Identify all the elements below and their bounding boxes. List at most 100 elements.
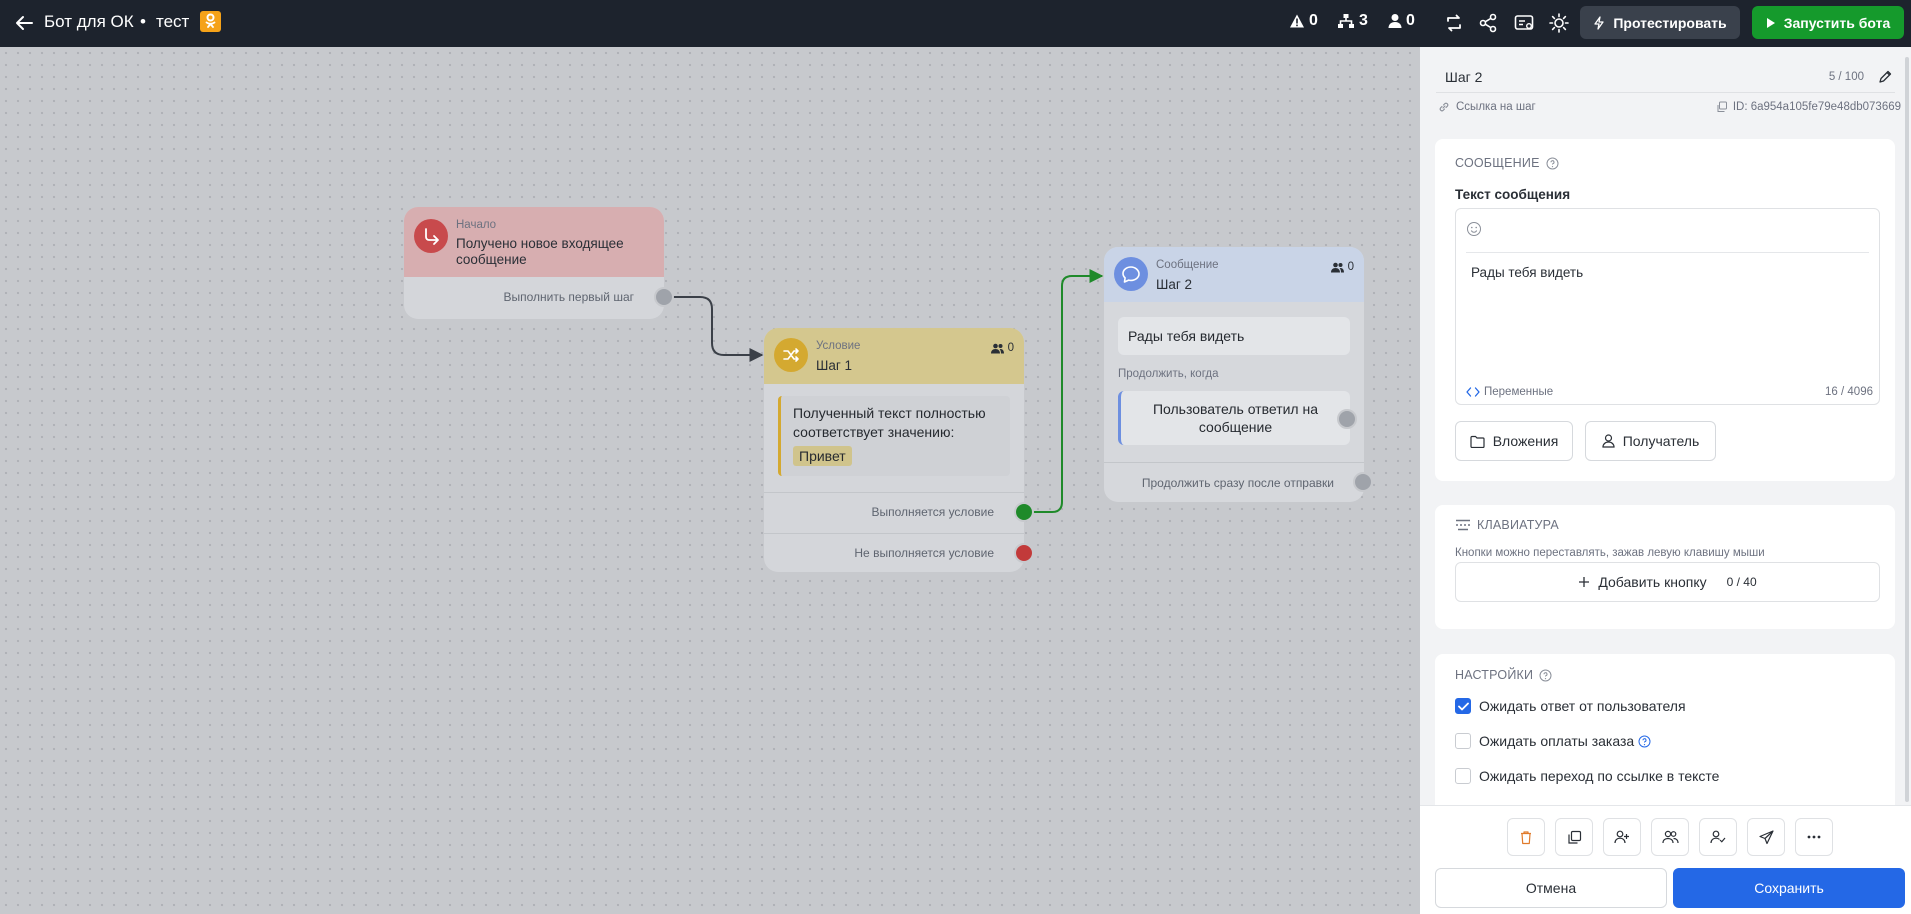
variables-label: Переменные (1484, 386, 1554, 398)
share-icon[interactable] (1477, 12, 1499, 34)
users-icon (990, 343, 1004, 353)
condition-node-name: Шаг 1 (816, 358, 853, 373)
keyboard-hint: Кнопки можно переставлять, зажав левую к… (1455, 547, 1765, 559)
repeat-icon[interactable] (1443, 12, 1465, 34)
message-node-header: Сообщение Шаг 2 0 (1104, 247, 1364, 302)
step-link-label: Ссылка на шаг (1456, 101, 1536, 113)
trash-icon (1521, 830, 1531, 844)
message-section-title-text: СООБЩЕНИЕ (1455, 156, 1540, 170)
run-bot-label: Запустить бота (1783, 14, 1891, 31)
start-node[interactable]: Начало Получено новое входящее сообщение… (404, 207, 664, 319)
message-char-count: 16 / 4096 (1825, 386, 1873, 398)
step-id[interactable]: ID: 6a954a105fe79e48db073669 (1716, 101, 1901, 113)
user-icon (1388, 14, 1402, 28)
users-icon (1661, 830, 1679, 844)
step-name-counter: 5 / 100 (1828, 71, 1864, 83)
duplicate-step-button[interactable] (1555, 818, 1593, 856)
copy-icon (1717, 101, 1727, 112)
start-output-port[interactable] (654, 287, 674, 307)
message-section-title: СООБЩЕНИЕ (1455, 156, 1559, 170)
reply-condition[interactable]: Пользователь ответил на сообщение (1118, 391, 1350, 445)
theme-sun-icon[interactable] (1548, 12, 1570, 34)
add-keyboard-button[interactable]: Добавить кнопку 0 / 40 (1455, 562, 1880, 602)
condition-users-count: 0 (1007, 342, 1014, 354)
help-icon[interactable] (1539, 669, 1552, 682)
step-settings-panel: Шаг 2 5 / 100 Ссылка на шаг ID: 6a954a10… (1420, 47, 1911, 914)
message-text-editor[interactable]: Рады тебя видеть Переменные 16 / 4096 (1455, 208, 1880, 405)
send-button[interactable] (1747, 818, 1785, 856)
panel-scrollbar[interactable] (1905, 57, 1909, 802)
pencil-icon[interactable] (1877, 69, 1893, 85)
users-counter[interactable]: 0 (1388, 12, 1415, 30)
after-send-label: Продолжить сразу после отправки (1141, 476, 1334, 490)
person-icon (1602, 434, 1615, 448)
test-bot-label: Протестировать (1613, 14, 1727, 31)
code-brackets-icon (1466, 387, 1480, 397)
wait-link-click-checkbox[interactable] (1455, 768, 1471, 784)
attachments-button[interactable]: Вложения (1455, 421, 1573, 461)
condition-true-label: Выполняется условие (871, 505, 994, 519)
top-bar: Бот для ОК • тест 0 3 0 Протестировать З… (0, 0, 1911, 47)
help-icon[interactable] (1546, 157, 1559, 170)
steps-count: 3 (1359, 12, 1368, 29)
recipient-button[interactable]: Получатель (1585, 421, 1716, 461)
message-section: СООБЩЕНИЕ Текст сообщения Рады тебя виде… (1435, 139, 1895, 481)
user-plus-icon (1614, 830, 1629, 844)
add-user-button[interactable] (1603, 818, 1641, 856)
condition-node-header: Условие Шаг 1 0 (764, 328, 1024, 384)
copy-icon (1567, 830, 1581, 844)
condition-false-label: Не выполняется условие (854, 546, 994, 560)
wait-payment-label: Ожидать оплаты заказа (1479, 733, 1635, 749)
title-separator: • (140, 12, 146, 31)
wait-payment-option[interactable]: Ожидать оплаты заказа (1455, 733, 1651, 749)
emoji-icon[interactable] (1466, 221, 1482, 237)
message-node[interactable]: Сообщение Шаг 2 0 Рады тебя видеть Продо… (1104, 247, 1364, 502)
keyboard-section-title: КЛАВИАТУРА (1455, 518, 1559, 532)
recipient-label: Получатель (1622, 433, 1700, 449)
send-icon (1758, 829, 1774, 844)
users-count: 0 (1406, 12, 1415, 29)
delete-step-button[interactable] (1507, 818, 1545, 856)
back-arrow-icon[interactable] (12, 11, 36, 35)
save-button[interactable]: Сохранить (1673, 868, 1905, 908)
keyboard-section-title-text: КЛАВИАТУРА (1477, 518, 1559, 532)
more-actions-button[interactable] (1795, 818, 1833, 856)
step-id-value: ID: 6a954a105fe79e48db073669 (1732, 101, 1901, 113)
warnings-counter[interactable]: 0 (1289, 12, 1318, 30)
step-name-input[interactable]: Шаг 2 (1445, 69, 1482, 85)
user-check-button[interactable] (1699, 818, 1737, 856)
test-bot-button[interactable]: Протестировать (1580, 6, 1740, 39)
run-bot-button[interactable]: Запустить бота (1752, 6, 1904, 39)
condition-true-port[interactable] (1014, 502, 1034, 522)
start-node-header: Начало Получено новое входящее сообщение (404, 207, 664, 277)
wait-user-reply-option[interactable]: Ожидать ответ от пользователя (1455, 698, 1686, 714)
wait-payment-checkbox[interactable] (1455, 733, 1471, 749)
condition-node[interactable]: Условие Шаг 1 0 Полученный текст полност… (764, 328, 1024, 572)
message-node-name: Шаг 2 (1156, 277, 1193, 292)
message-preview[interactable]: Рады тебя видеть (1118, 317, 1350, 355)
wait-link-click-option[interactable]: Ожидать переход по ссылке в тексте (1455, 768, 1719, 784)
keyboard-icon (1456, 519, 1470, 531)
plus-icon (1579, 577, 1590, 587)
condition-rule[interactable]: Полученный текст полностью соответствует… (778, 396, 1010, 476)
divider (764, 533, 1024, 534)
reply-output-port[interactable] (1337, 409, 1357, 429)
checkmark-icon (1457, 702, 1469, 710)
step-link[interactable]: Ссылка на шаг (1438, 101, 1536, 113)
steps-counter[interactable]: 3 (1337, 12, 1368, 30)
condition-text: Полученный текст полностью соответствует… (793, 405, 986, 440)
keyboard-section: КЛАВИАТУРА Кнопки можно переставлять, за… (1435, 505, 1895, 629)
keyboard-button-count: 0 / 40 (1726, 575, 1757, 589)
message-users: 0 (1330, 261, 1354, 273)
condition-false-port[interactable] (1014, 543, 1034, 563)
wait-user-reply-checkbox[interactable] (1455, 698, 1471, 714)
variables-button[interactable]: Переменные (1466, 386, 1553, 398)
cancel-button[interactable]: Отмена (1435, 868, 1667, 908)
ok-platform-icon (200, 11, 221, 32)
users-group-button[interactable] (1651, 818, 1689, 856)
help-icon[interactable] (1638, 735, 1651, 748)
after-send-port[interactable] (1353, 472, 1373, 492)
lightning-icon (1594, 15, 1604, 30)
panel-footer: Отмена Сохранить (1420, 805, 1911, 914)
settings-panel-icon[interactable] (1513, 12, 1535, 34)
